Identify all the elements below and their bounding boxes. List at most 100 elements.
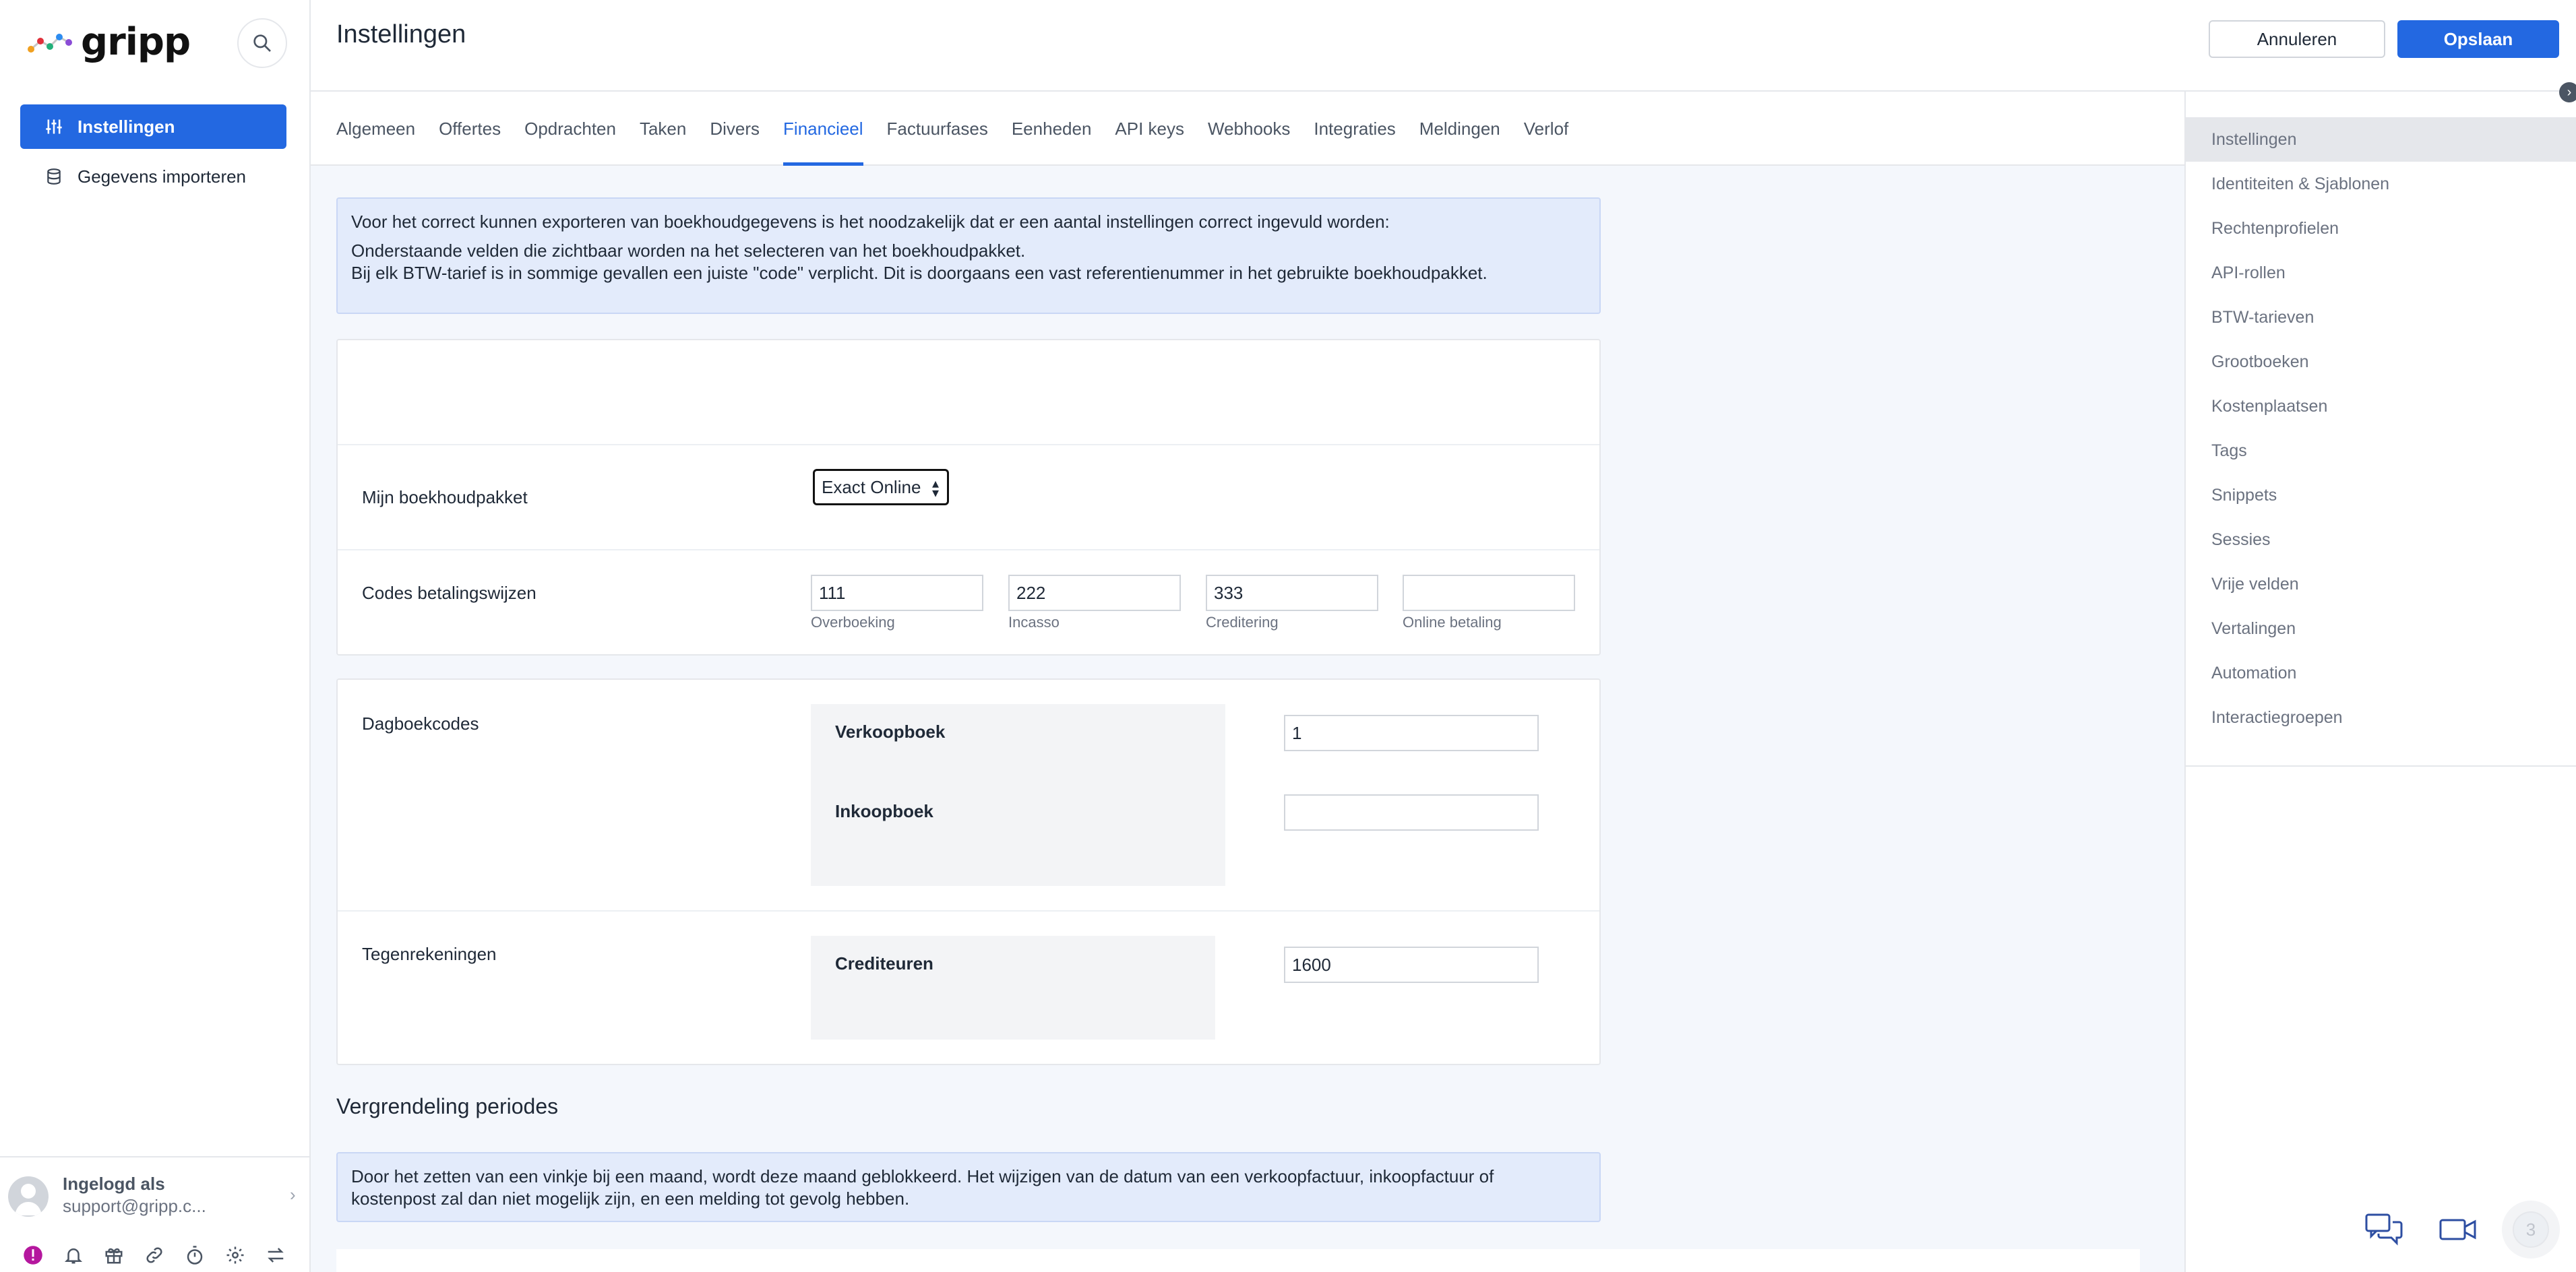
tab-factuurfases[interactable]: Factuurfases (887, 92, 988, 166)
info-line: Onderstaande velden die zichtbaar worden… (351, 241, 1026, 261)
search-icon (253, 34, 271, 52)
gripp-logo-icon (28, 33, 72, 53)
video-camera-icon (2439, 1219, 2476, 1240)
sales-journal-input[interactable]: 1 (1284, 715, 1539, 751)
info-line: Door het zetten van een vinkje bij een m… (351, 1166, 1494, 1186)
purchase-journal-label: Inkoopboek (835, 801, 933, 821)
package-label: Mijn boekhoudpakket (362, 487, 528, 507)
bottom-toolbar (0, 1238, 311, 1272)
avatar (8, 1176, 49, 1217)
journals-card: Dagboekcodes Verkoopboek Inkoopboek 1 Te… (336, 678, 1601, 1065)
chat-icon (2365, 1213, 2403, 1246)
settings-nav-btw-tarieven[interactable]: BTW-tarieven (2186, 295, 2576, 340)
tab-taken[interactable]: Taken (640, 92, 686, 166)
contra-accounts-label: Tegenrekeningen (362, 944, 497, 964)
payment-codes-row: Codes betalingswijzen 111 Overboeking 22… (338, 549, 1599, 654)
tab-offertes[interactable]: Offertes (439, 92, 501, 166)
package-row: Mijn boekhoudpakket Exact Online ▴ ▾ (338, 444, 1599, 549)
header: Instellingen Annuleren Opslaan (311, 0, 2576, 92)
journal-codes-label: Dagboekcodes (362, 713, 479, 734)
user-label: Ingelogd als (63, 1174, 165, 1194)
settings-nav-grootboeken[interactable]: Grootboeken (2186, 340, 2576, 384)
creditors-input[interactable]: 1600 (1284, 947, 1539, 983)
stopwatch-icon[interactable] (181, 1241, 209, 1269)
sidebar-item-label: Gegevens importeren (78, 166, 247, 187)
settings-nav-api-rollen[interactable]: API-rollen (2186, 251, 2576, 295)
alert-icon[interactable] (19, 1241, 47, 1269)
section-title-lock-periods: Vergrendeling periodes (336, 1094, 559, 1118)
sidebar-item-gegevens-importeren[interactable]: Gegevens importeren (20, 154, 286, 199)
payment-code-overboeking-input[interactable]: 111 (811, 575, 983, 611)
settings-nav-sessies[interactable]: Sessies (2186, 517, 2576, 562)
package-select-value: Exact Online (822, 476, 921, 497)
divider (2186, 765, 2576, 767)
main-content: Voor het correct kunnen exporteren van b… (311, 166, 2184, 1272)
accounting-card: Mijn boekhoudpakket Exact Online ▴ ▾ Code… (336, 339, 1601, 656)
sidebar-item-label: Instellingen (78, 116, 175, 137)
tab-integraties[interactable]: Integraties (1314, 92, 1395, 166)
payment-codes-label: Codes betalingswijzen (362, 583, 536, 603)
settings-nav-kostenplaatsen[interactable]: Kostenplaatsen (2186, 384, 2576, 428)
search-button[interactable] (237, 18, 287, 68)
tab-webhooks[interactable]: Webhooks (1208, 92, 1290, 166)
notifications-badge-button[interactable]: 3 (2502, 1201, 2560, 1259)
settings-nav-rechtenprofielen[interactable]: Rechtenprofielen (2186, 206, 2576, 251)
sidebar-item-instellingen[interactable]: Instellingen (20, 104, 286, 149)
settings-nav-vertalingen[interactable]: Vertalingen (2186, 606, 2576, 651)
settings-nav-interactiegroepen[interactable]: Interactiegroepen (2186, 695, 2576, 740)
tab-api-keys[interactable]: API keys (1115, 92, 1184, 166)
tab-opdrachten[interactable]: Opdrachten (524, 92, 616, 166)
user-menu[interactable]: Ingelogd als support@gripp.c... › (0, 1156, 311, 1230)
journal-types-box: Verkoopboek Inkoopboek (811, 704, 1225, 886)
contra-types-box: Crediteuren (811, 936, 1215, 1040)
payment-code-sublabel: Creditering (1206, 614, 1279, 631)
info-line: Voor het correct kunnen exporteren van b… (351, 212, 1390, 232)
creditors-label: Crediteuren (835, 953, 933, 974)
cancel-button[interactable]: Annuleren (2209, 20, 2385, 58)
payment-code-sublabel: Incasso (1008, 614, 1060, 631)
settings-nav-vrije-velden[interactable]: Vrije velden (2186, 562, 2576, 606)
info-line: kostenpost zal dan niet mogelijk zijn, e… (351, 1188, 910, 1209)
settings-nav-snippets[interactable]: Snippets (2186, 473, 2576, 517)
settings-nav-identiteiten[interactable]: Identiteiten & Sjablonen (2186, 162, 2576, 206)
select-arrows-icon: ▴ ▾ (931, 476, 939, 501)
info-line: Bij elk BTW-tarief is in sommige gevalle… (351, 263, 1488, 283)
payment-code-creditering-input[interactable]: 333 (1206, 575, 1378, 611)
chat-button[interactable] (2355, 1201, 2413, 1259)
chevron-right-icon: › (290, 1184, 296, 1205)
month-grid-card (336, 1249, 2140, 1272)
bell-icon[interactable] (59, 1241, 88, 1269)
tab-divers[interactable]: Divers (710, 92, 760, 166)
swap-icon[interactable] (262, 1241, 290, 1269)
tab-verlof[interactable]: Verlof (1524, 92, 1569, 166)
link-icon[interactable] (140, 1241, 168, 1269)
payment-code-sublabel: Online betaling (1403, 614, 1502, 631)
page-title: Instellingen (336, 20, 466, 49)
tab-financieel[interactable]: Financieel (783, 92, 863, 166)
tab-eenheden[interactable]: Eenheden (1012, 92, 1092, 166)
collapse-panel-icon[interactable]: › (2559, 82, 2576, 102)
user-email: support@gripp.c... (63, 1196, 206, 1216)
package-select[interactable]: Exact Online ▴ ▾ (813, 469, 949, 505)
tab-algemeen[interactable]: Algemeen (336, 92, 415, 166)
payment-code-online-input[interactable] (1403, 575, 1575, 611)
settings-nav-panel: Instellingen Identiteiten & Sjablonen Re… (2184, 92, 2576, 1272)
payment-code-incasso-input[interactable]: 222 (1008, 575, 1181, 611)
tab-meldingen[interactable]: Meldingen (1419, 92, 1500, 166)
settings-nav-instellingen[interactable]: Instellingen (2186, 117, 2576, 162)
info-box-lock: Door het zetten van een vinkje bij een m… (336, 1152, 1601, 1222)
info-box-accounting: Voor het correct kunnen exporteren van b… (336, 197, 1601, 314)
gear-icon[interactable] (221, 1241, 249, 1269)
gift-icon[interactable] (100, 1241, 128, 1269)
database-icon (44, 166, 64, 187)
logo[interactable]: gripp (27, 20, 191, 64)
settings-nav-tags[interactable]: Tags (2186, 428, 2576, 473)
settings-nav-automation[interactable]: Automation (2186, 651, 2576, 695)
logo-text: gripp (81, 20, 191, 64)
purchase-journal-input[interactable] (1284, 794, 1539, 831)
video-button[interactable] (2429, 1201, 2487, 1259)
contra-accounts-row: Tegenrekeningen Crediteuren 1600 (338, 910, 1599, 1065)
sales-journal-label: Verkoopboek (835, 722, 946, 742)
sliders-icon (44, 117, 64, 137)
save-button[interactable]: Opslaan (2397, 20, 2559, 58)
